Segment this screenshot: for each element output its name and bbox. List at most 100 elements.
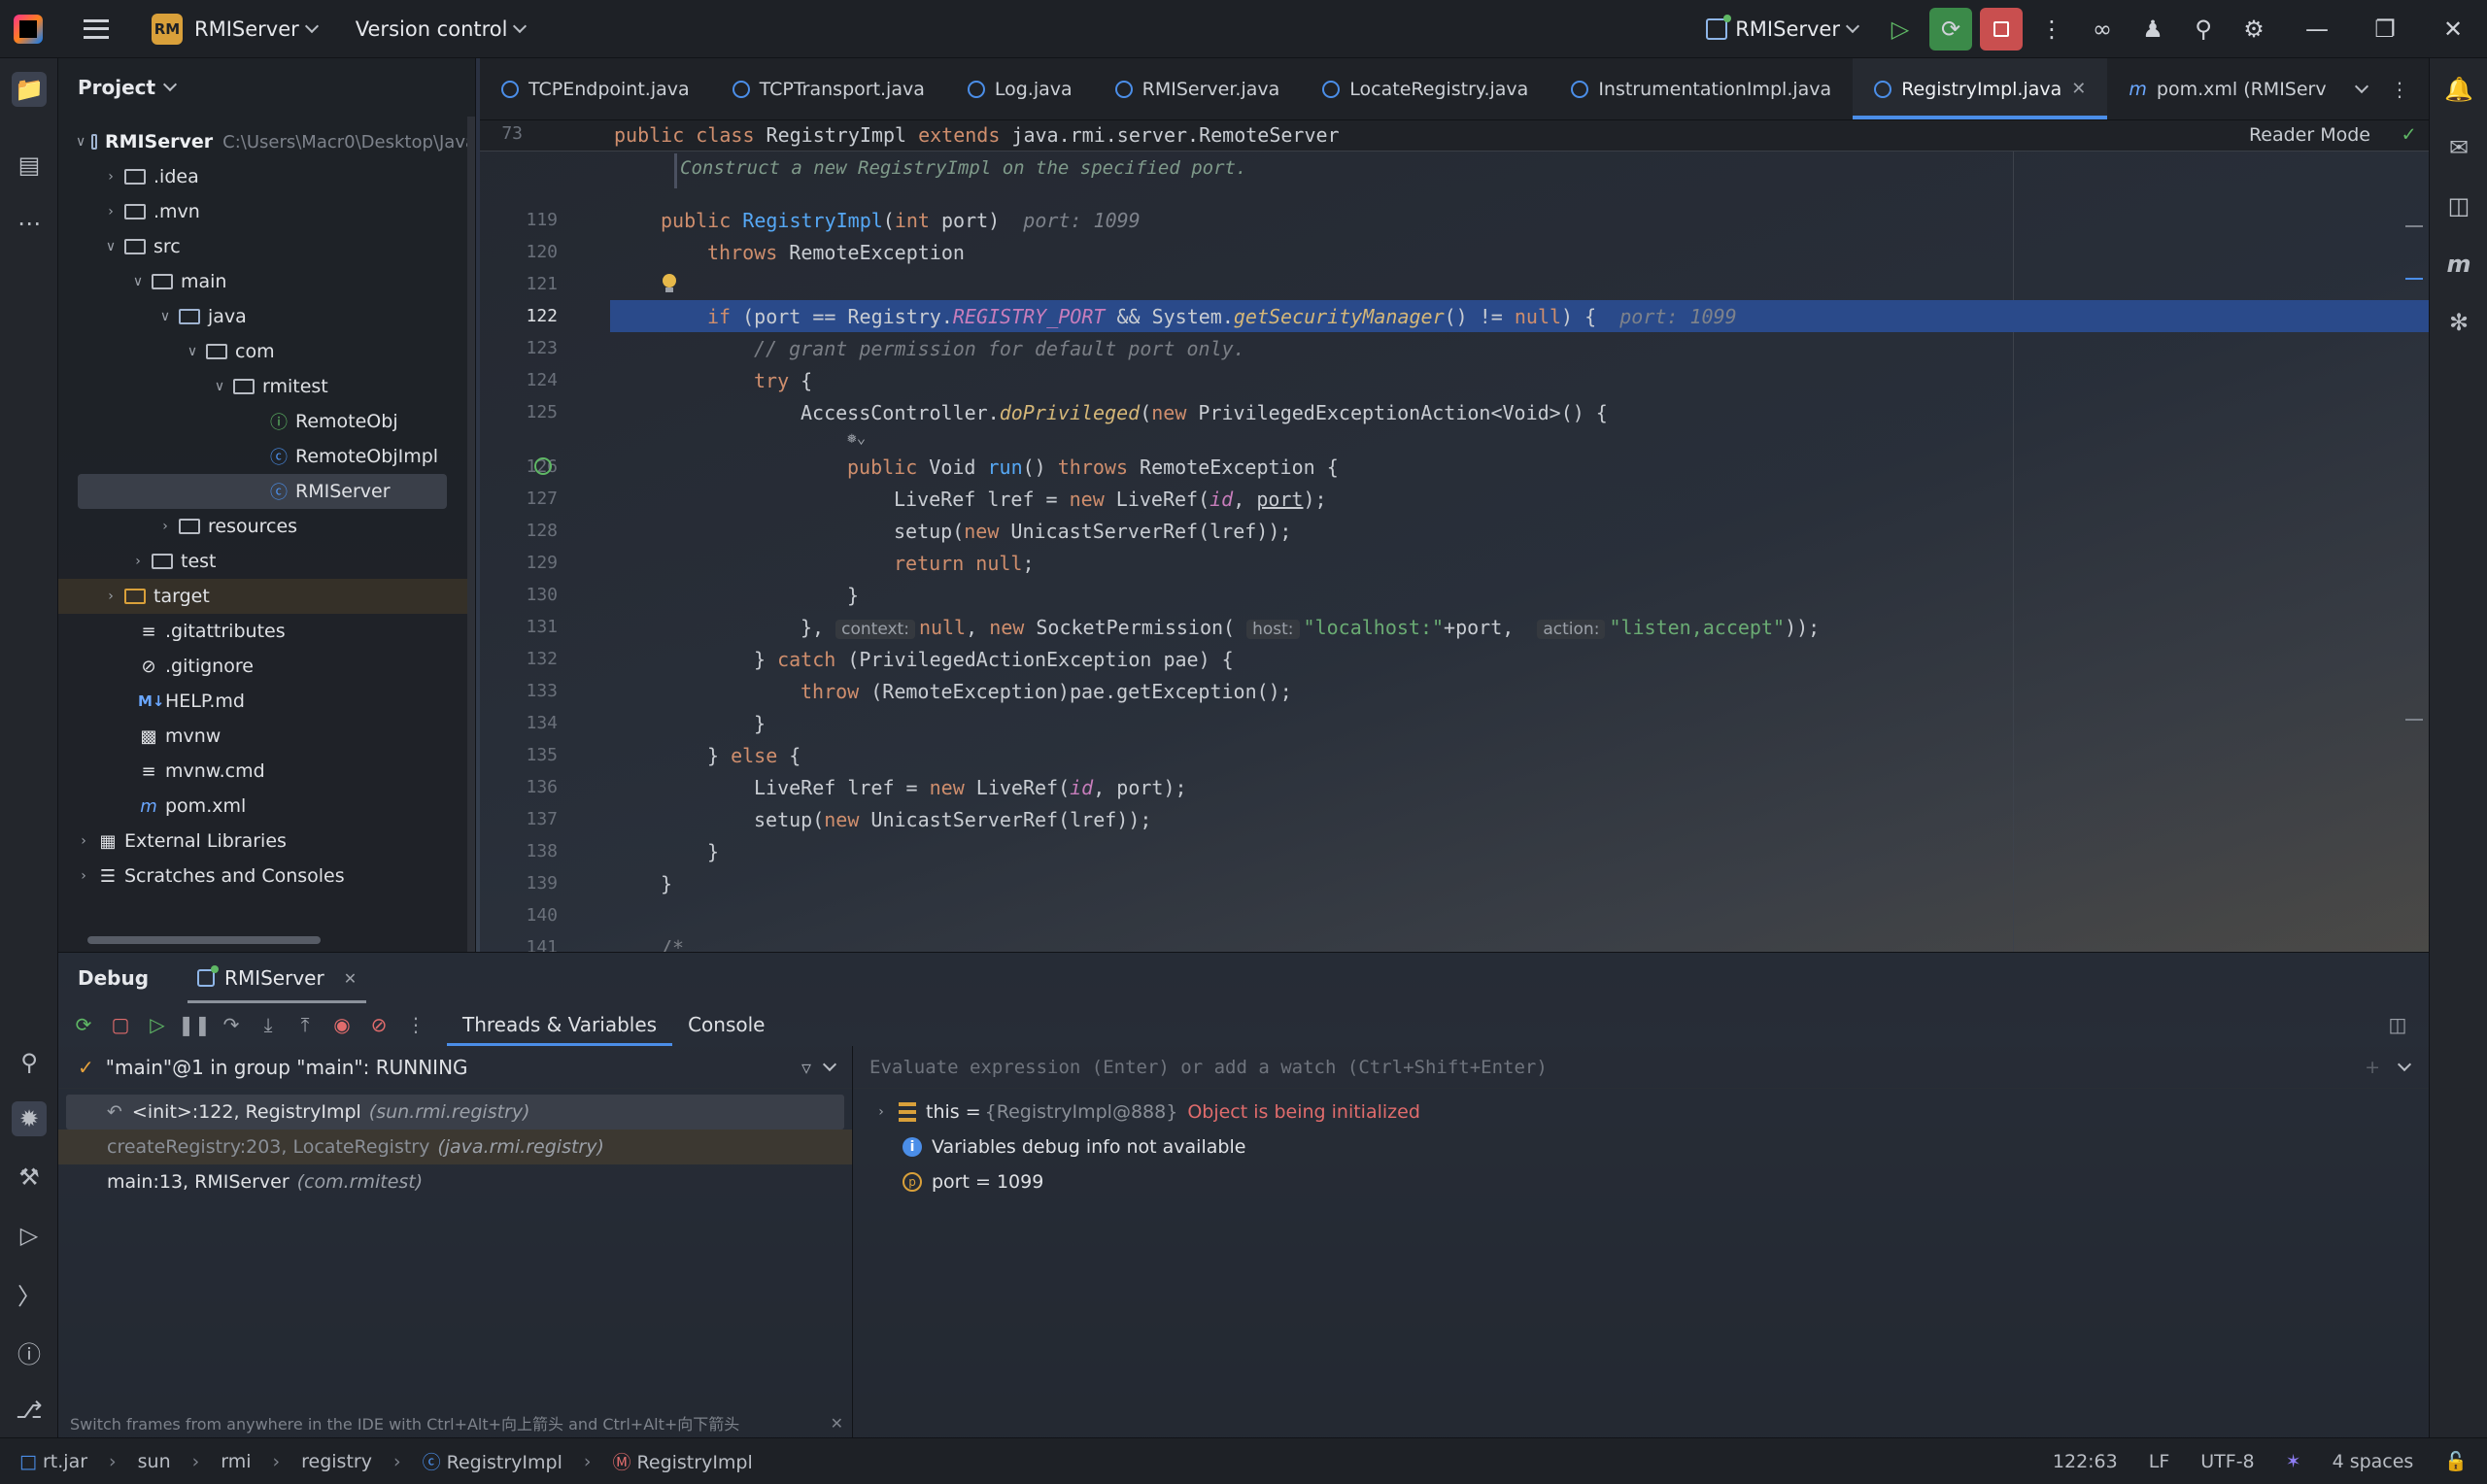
project-scrollbar[interactable] (467, 117, 475, 952)
tree-item-selected[interactable]: ⓒ RMIServer (78, 474, 447, 509)
inspection-ok-icon[interactable]: ✓ (2402, 122, 2415, 147)
tab-tcpendpoint[interactable]: TCPEndpoint.java (480, 58, 711, 119)
tree-item[interactable]: ⊘ .gitignore (58, 649, 475, 684)
close-hint-icon[interactable]: ✕ (831, 1414, 843, 1433)
vcs-menu[interactable]: Version control (356, 17, 528, 41)
build-hammer-icon[interactable]: ⚒ (12, 1160, 47, 1195)
structure-icon[interactable]: ▤ (12, 148, 47, 183)
mute-breakpoints-icon[interactable]: ⊘ (367, 1013, 391, 1036)
tree-item[interactable]: › target (58, 579, 475, 614)
chevron-down-icon[interactable] (822, 1057, 837, 1071)
maven-icon[interactable]: m (2441, 247, 2476, 282)
tab-rmiserver[interactable]: RMIServer.java (1094, 58, 1302, 119)
tab-instrumentationimpl[interactable]: InstrumentationImpl.java (1550, 58, 1853, 119)
more-tools-icon[interactable]: ⋯ (12, 206, 47, 241)
database-icon[interactable]: ◫ (2441, 188, 2476, 223)
add-watch-icon[interactable]: + (2365, 1057, 2380, 1078)
tab-options-icon[interactable]: ⋮ (2390, 78, 2409, 101)
tree-item[interactable]: ≡ mvnw.cmd (58, 754, 475, 789)
stack-frame[interactable]: createRegistry:203, LocateRegistry (java.… (58, 1130, 852, 1164)
stack-frame[interactable]: main:13, RMIServer (com.rmitest) (58, 1164, 852, 1199)
main-menu-icon[interactable] (84, 18, 109, 39)
ai-status-icon[interactable]: ✶ (2286, 1451, 2301, 1472)
tab-registryimpl[interactable]: RegistryImpl.java ✕ (1853, 58, 2108, 119)
tree-item[interactable]: ∨ com (58, 334, 475, 369)
tab-pom[interactable]: m pom.xml (RMIServ (2107, 58, 2347, 119)
project-switcher[interactable]: RMIServer (194, 17, 319, 41)
tree-item[interactable]: › test (58, 544, 475, 579)
step-out-icon[interactable]: ⤒ (293, 1013, 317, 1036)
tree-item[interactable]: ∨ rmitest (58, 369, 475, 404)
tree-item[interactable]: ∨ java (58, 299, 475, 334)
project-badge[interactable]: RM (152, 13, 183, 45)
tree-item[interactable]: ≡ .gitattributes (58, 614, 475, 649)
run-config-selector[interactable]: RMIServer (1706, 15, 1860, 41)
variable-row[interactable]: › this = {RegistryImpl@888} Object is be… (854, 1095, 2429, 1130)
stop-button[interactable] (1980, 8, 2023, 51)
view-breakpoints-icon[interactable]: ◉ (330, 1013, 354, 1036)
caret-position[interactable]: 122:63 (2053, 1451, 2118, 1472)
git-icon[interactable]: ⎇ (12, 1393, 47, 1428)
close-icon[interactable]: ✕ (2419, 16, 2487, 43)
filter-icon[interactable]: ▿ (801, 1056, 811, 1079)
breadcrumb-item[interactable]: sun (138, 1451, 171, 1472)
code-editor[interactable]: 73 public class RegistryImpl extends jav… (480, 120, 2429, 952)
minimize-icon[interactable]: — (2283, 16, 2351, 43)
layout-icon[interactable]: ◫ (2386, 1013, 2409, 1036)
terminal-icon[interactable]: 〉 (12, 1276, 47, 1311)
resume-icon[interactable]: ▷ (1879, 8, 1922, 51)
reader-mode-button[interactable]: Reader Mode (2249, 124, 2370, 146)
ai-assistant-icon[interactable]: ∞ (2081, 8, 2124, 51)
rerun-icon[interactable]: ⟳ (72, 1013, 95, 1036)
tab-log[interactable]: Log.java (946, 58, 1094, 119)
lambda-fold-icon[interactable]: ❅⌄ (847, 428, 866, 447)
tree-item[interactable]: › ☰ Scratches and Consoles (58, 859, 475, 894)
thread-selector[interactable]: ✓ "main"@1 in group "main": RUNNING ▿ (58, 1046, 852, 1089)
tab-list-chevron-icon[interactable] (2354, 79, 2369, 93)
notifications-bell-icon[interactable]: 🔔 (2441, 72, 2476, 107)
line-separator[interactable]: LF (2149, 1451, 2170, 1472)
plugin-icon[interactable]: ✻ (2441, 305, 2476, 340)
tab-console[interactable]: Console (672, 1003, 780, 1046)
tree-item[interactable]: m pom.xml (58, 789, 475, 824)
evaluate-expression-input[interactable]: Evaluate expression (Enter) or add a wat… (854, 1046, 2429, 1089)
project-pane-header[interactable]: Project (58, 58, 475, 117)
breadcrumb-item[interactable]: registry (301, 1451, 372, 1472)
search-icon[interactable]: ⚲ (12, 1045, 47, 1080)
tab-threads-variables[interactable]: Threads & Variables (447, 1003, 673, 1046)
stop-icon[interactable]: ▢ (109, 1013, 132, 1036)
step-into-icon[interactable]: ⤓ (256, 1013, 280, 1036)
run-icon[interactable]: ▷ (12, 1218, 47, 1253)
search-icon[interactable]: ⚲ (2182, 8, 2225, 51)
project-h-scrollbar[interactable] (87, 936, 321, 944)
add-user-icon[interactable]: ♟ (2131, 8, 2174, 51)
more-actions-icon[interactable]: ⋮ (2030, 8, 2073, 51)
breadcrumb-item[interactable]: rmi (221, 1451, 251, 1472)
tree-item[interactable]: › .mvn (58, 194, 475, 229)
tree-item[interactable]: ⓘ RemoteObj (58, 404, 475, 439)
breadcrumb-item[interactable]: □ rt.jar (19, 1451, 87, 1472)
lightbulb-icon[interactable] (661, 274, 678, 295)
restore-icon[interactable]: ❐ (2351, 16, 2419, 43)
tree-item-root[interactable]: ∨ RMIServer C:\Users\Macr0\Desktop\Java (58, 124, 475, 159)
variable-row[interactable]: p port = 1099 (854, 1164, 2429, 1199)
file-encoding[interactable]: UTF-8 (2200, 1451, 2254, 1472)
tab-tcptransport[interactable]: TCPTransport.java (711, 58, 946, 119)
step-over-icon[interactable]: ↷ (220, 1013, 243, 1036)
breadcrumb-item[interactable]: Ⓜ RegistryImpl (612, 1448, 752, 1474)
project-folder-icon[interactable]: 📁 (12, 72, 47, 107)
pause-icon[interactable]: ❚❚ (178, 1013, 211, 1036)
close-tab-icon[interactable]: ✕ (2071, 79, 2086, 99)
lock-icon[interactable]: 🔓 (2444, 1450, 2468, 1472)
tree-item[interactable]: › resources (58, 509, 475, 544)
tree-item[interactable]: M↓ HELP.md (58, 684, 475, 719)
debug-session-tab[interactable]: RMIServer ✕ (187, 953, 367, 1003)
resume-program-icon[interactable]: ▷ (146, 1013, 169, 1036)
tree-item[interactable]: › .idea (58, 159, 475, 194)
tree-item[interactable]: › ▦ External Libraries (58, 824, 475, 859)
more-icon[interactable]: ⋮ (404, 1013, 427, 1036)
close-session-icon[interactable]: ✕ (344, 969, 357, 988)
tree-item[interactable]: ⓒ RemoteObjImpl (58, 439, 475, 474)
problems-icon[interactable]: ⓘ (12, 1334, 47, 1369)
breadcrumb-item[interactable]: ⓒ RegistryImpl (423, 1448, 562, 1474)
